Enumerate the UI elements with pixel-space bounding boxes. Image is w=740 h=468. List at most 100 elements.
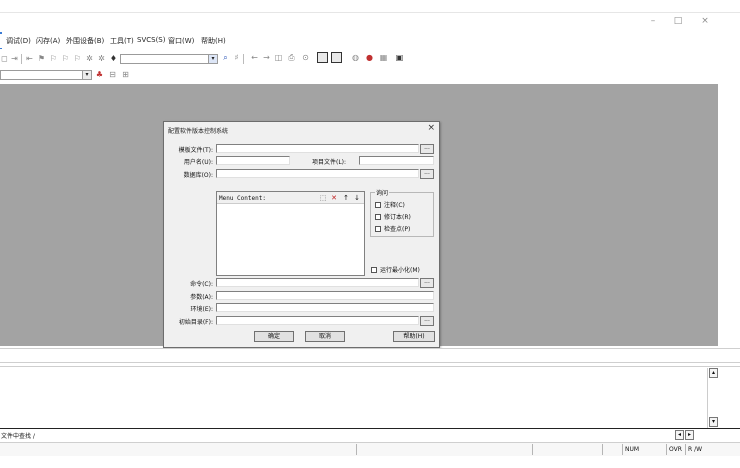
tab-find-in-files[interactable]: 文件中查找 / <box>1 431 35 440</box>
bookmark-next-icon[interactable]: ⚐ <box>61 54 70 63</box>
menu-window[interactable]: 窗口(W) <box>168 36 194 46</box>
environment-label: 环境(E): <box>190 306 214 313</box>
dialog-title: 配置软件版本控制系统 <box>168 128 229 135</box>
scroll-right-button[interactable]: ▸ <box>685 430 694 440</box>
command-label: 命令(C): <box>190 281 213 288</box>
template-file-field[interactable] <box>216 144 419 153</box>
menu-tools[interactable]: 工具(T) <box>110 36 134 46</box>
query-revision-checkbox[interactable]: 修订本(R) <box>375 212 411 221</box>
scroll-up-button[interactable]: ▴ <box>709 368 718 378</box>
bookmark-prev-icon[interactable]: ⚐ <box>49 54 58 63</box>
user-name-label: 用户名(U): <box>183 159 213 166</box>
toolbar-separator <box>243 54 244 64</box>
panel-divider <box>0 366 740 367</box>
target-files-icon[interactable]: ⊞ <box>121 70 130 79</box>
debug-icon[interactable]: ◍ <box>351 53 360 62</box>
query-groupbox: 询问 注释(C) 修订本(R) 检查点(P) <box>370 188 434 237</box>
find-icon[interactable]: ✲ <box>97 54 106 63</box>
toolbar-separator <box>21 54 22 64</box>
project-file-field[interactable] <box>359 156 434 165</box>
status-pane <box>532 444 602 455</box>
move-up-icon[interactable]: ↑ <box>342 194 350 202</box>
search-icon[interactable]: ⌕ <box>221 53 230 62</box>
database-label: 数据库(O): <box>183 172 213 179</box>
indent-icon[interactable]: ⇥ <box>10 54 19 63</box>
initial-folder-label: 初始目录(F): <box>178 319 213 326</box>
status-num: NUM <box>622 444 666 455</box>
outdent-icon[interactable]: ⇤ <box>25 54 34 63</box>
menu-peripherals[interactable]: 外围设备(B) <box>66 36 104 46</box>
target-manage-icon[interactable]: ⊟ <box>108 70 117 79</box>
ok-button[interactable]: 确定 <box>254 331 294 342</box>
save-icon[interactable]: ◻ <box>0 54 9 63</box>
target-options-icon[interactable]: ♣ <box>95 70 104 79</box>
menu-content-header: Menu Content: ⬚ ✕ ↑ ↓ <box>217 192 364 204</box>
maximize-button[interactable]: □ <box>670 15 686 27</box>
svcs-config-dialog: 配置软件版本控制系统 × 模板文件(T): ... 用户名(U): 项目文件(L… <box>163 121 440 348</box>
magic-icon[interactable]: ✲ <box>85 54 94 63</box>
help-button[interactable]: 帮助(H) <box>393 331 435 342</box>
database-browse-button[interactable]: ... <box>420 169 434 179</box>
build-toggle-button[interactable] <box>331 52 342 63</box>
scroll-left-button[interactable]: ◂ <box>675 430 684 440</box>
checkbox-label: 检查点(P) <box>384 226 411 233</box>
target-dropdown-arrow[interactable]: ▾ <box>82 71 91 79</box>
zoom-icon[interactable]: ⊙ <box>301 53 310 62</box>
close-window-button[interactable]: × <box>697 15 713 27</box>
command-browse-button[interactable]: ... <box>420 278 434 288</box>
query-comment-checkbox[interactable]: 注释(C) <box>375 200 405 209</box>
delete-item-icon[interactable]: ✕ <box>330 194 338 202</box>
cancel-button[interactable]: 取消 <box>305 331 345 342</box>
arguments-field[interactable] <box>216 291 434 300</box>
run-minimized-checkbox[interactable]: 运行最小化(M) <box>371 265 420 274</box>
workspace-margin <box>718 84 740 346</box>
find-in-files-icon[interactable]: ♦ <box>109 54 118 63</box>
print-icon[interactable]: ⎙ <box>287 53 296 62</box>
project-file-label: 项目文件(L): <box>312 159 347 166</box>
menu-svcs[interactable]: SVCS(S) <box>137 36 165 44</box>
menu-content-label: Menu Content: <box>219 195 266 202</box>
database-field[interactable] <box>216 169 419 178</box>
checkbox-box <box>375 202 381 208</box>
user-name-field[interactable] <box>216 156 290 165</box>
scroll-down-button[interactable]: ▾ <box>709 417 718 427</box>
status-pane <box>602 444 622 455</box>
status-rw: R /W <box>685 444 709 455</box>
initial-folder-field[interactable] <box>216 316 419 325</box>
query-checkpoint-checkbox[interactable]: 检查点(P) <box>375 224 410 233</box>
target-combobox[interactable]: ▾ <box>0 70 92 80</box>
bookmark-icon[interactable]: ⚑ <box>37 54 46 63</box>
settings-icon[interactable]: ▦ <box>379 53 388 62</box>
title-bar: – □ × <box>0 0 740 34</box>
menu-flash[interactable]: 闪存(A) <box>36 36 60 46</box>
menu-debug[interactable]: 调试(D) <box>6 36 31 46</box>
forward-icon[interactable]: → <box>262 53 271 62</box>
options-icon[interactable]: ▣ <box>395 53 404 62</box>
checkbox-box <box>371 267 377 273</box>
command-field[interactable] <box>216 278 419 287</box>
move-down-icon[interactable]: ↓ <box>353 194 361 202</box>
checkbox-label: 注释(C) <box>384 202 405 209</box>
combo-dropdown-arrow[interactable]: ▾ <box>208 55 217 63</box>
back-icon[interactable]: ← <box>250 53 259 62</box>
new-item-icon[interactable]: ⬚ <box>319 194 327 202</box>
window-icon[interactable]: ◫ <box>274 53 283 62</box>
menu-content-list[interactable]: Menu Content: ⬚ ✕ ↑ ↓ <box>216 191 365 276</box>
template-browse-button[interactable]: ... <box>420 144 434 154</box>
output-vertical-scrollbar[interactable]: ▴ ▾ <box>707 368 718 428</box>
find-combobox[interactable]: ▾ <box>120 54 218 64</box>
panel-divider <box>0 348 740 349</box>
bookmark-clear-icon[interactable]: ⚐ <box>73 54 82 63</box>
environment-field[interactable] <box>216 303 434 312</box>
minimize-button[interactable]: – <box>645 15 661 27</box>
stop-icon[interactable]: ● <box>365 53 374 62</box>
find-next-icon[interactable]: ♯ <box>232 53 241 62</box>
initial-folder-browse-button[interactable]: ... <box>420 316 434 326</box>
panel-divider <box>0 362 740 363</box>
query-legend: 询问 <box>375 188 390 197</box>
checkbox-label: 运行最小化(M) <box>380 267 420 274</box>
config-toggle-button[interactable] <box>317 52 328 63</box>
dialog-close-button[interactable]: × <box>427 123 435 133</box>
menu-help[interactable]: 帮助(H) <box>201 36 226 46</box>
menu-bar: 调试(D) 闪存(A) 外围设备(B) 工具(T) SVCS(S) 窗口(W) … <box>0 34 740 48</box>
